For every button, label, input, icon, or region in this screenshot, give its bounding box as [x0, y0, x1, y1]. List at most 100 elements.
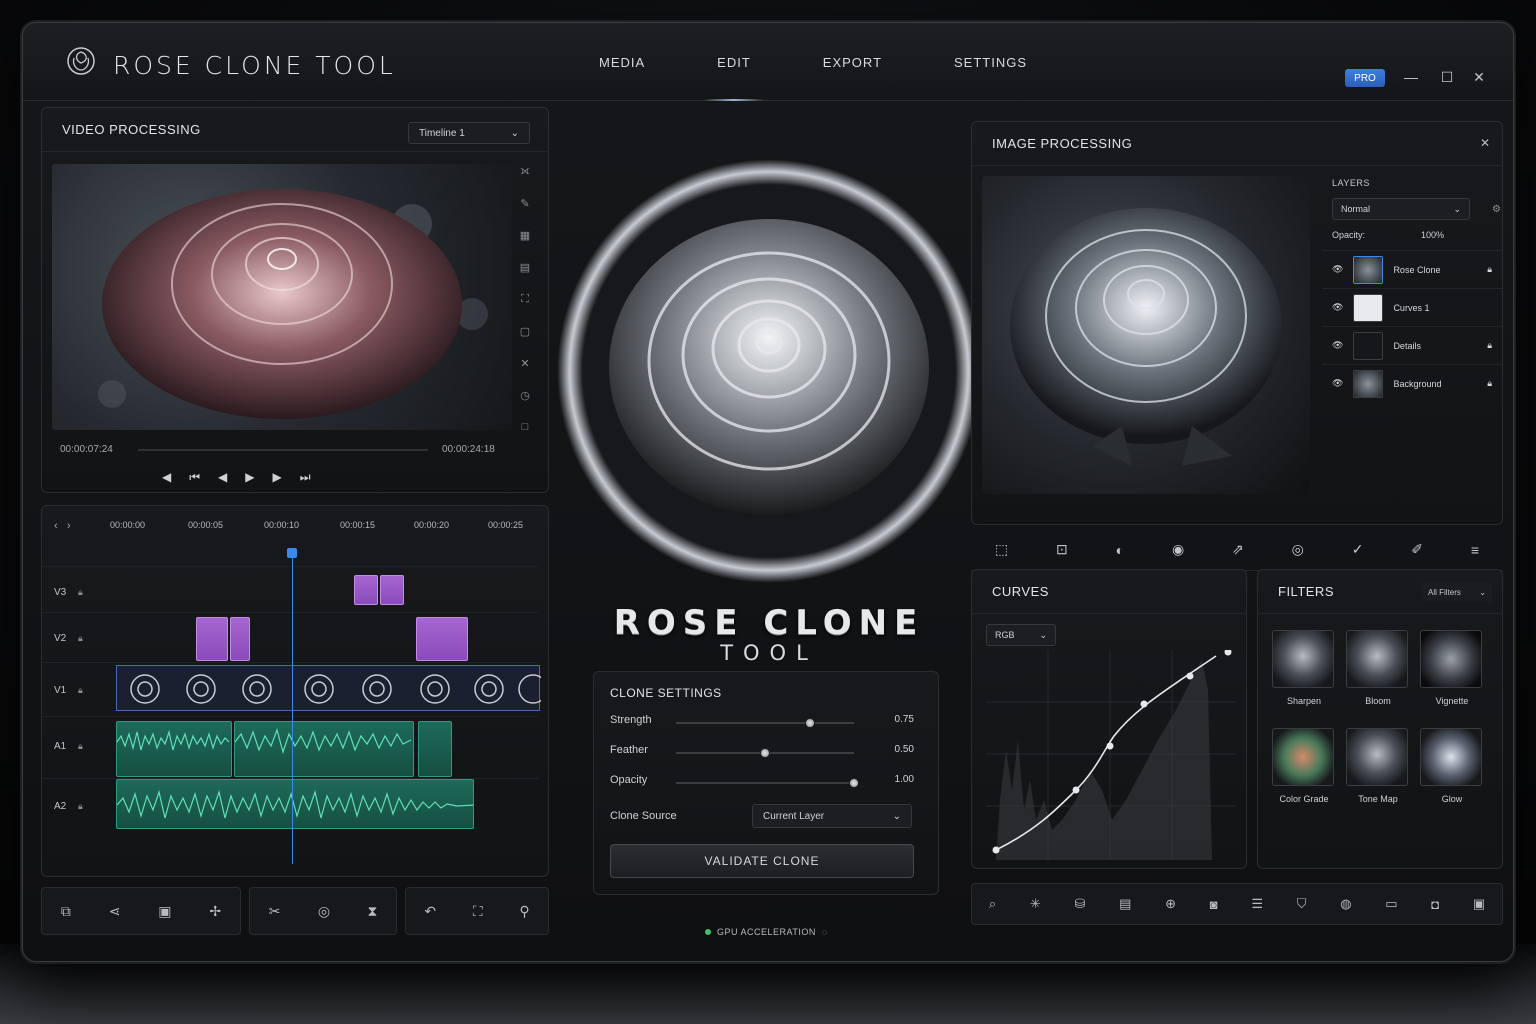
- split-icon[interactable]: ✢: [209, 903, 221, 920]
- lock-icon[interactable]: 🔒︎: [1487, 378, 1492, 389]
- selection-icon[interactable]: ⬚: [995, 541, 1008, 558]
- lock-icon[interactable]: 🔒︎: [78, 801, 83, 812]
- crop-icon[interactable]: ⛶: [516, 290, 534, 308]
- eye-icon[interactable]: 👁︎: [1332, 302, 1343, 313]
- step-forward-icon[interactable]: ▶: [273, 470, 282, 485]
- zoom-icon[interactable]: ⌕: [989, 896, 996, 912]
- nav-media[interactable]: MEDIA: [563, 23, 681, 101]
- close-panel-icon[interactable]: ✕: [1480, 136, 1490, 150]
- lock-icon[interactable]: 🔒︎: [78, 633, 83, 644]
- mask-icon[interactable]: ◙: [1210, 897, 1218, 912]
- close-button[interactable]: ✕: [1469, 67, 1489, 87]
- align-icon[interactable]: ☰: [1251, 896, 1263, 912]
- save-icon[interactable]: ▣: [1473, 896, 1485, 912]
- prev-icon[interactable]: ◀: [162, 470, 171, 485]
- lock-icon[interactable]: 🔒︎: [78, 741, 83, 752]
- audio-clip[interactable]: [116, 721, 232, 777]
- video-clip[interactable]: [196, 617, 228, 661]
- globe-icon[interactable]: ◍: [1340, 896, 1351, 912]
- filter-bloom[interactable]: Bloom: [1346, 630, 1410, 706]
- video-clip[interactable]: [380, 575, 404, 605]
- opacity-slider-handle[interactable]: [849, 778, 859, 788]
- share-icon[interactable]: ⋖: [109, 903, 121, 920]
- clock-icon[interactable]: ◷: [516, 386, 534, 404]
- frame-icon[interactable]: ▢: [516, 322, 534, 340]
- layer-row[interactable]: 👁︎ Details 🔒︎: [1322, 326, 1502, 364]
- filter-sharpen[interactable]: Sharpen: [1272, 630, 1336, 706]
- nav-settings[interactable]: SETTINGS: [918, 23, 1063, 101]
- feather-slider-handle[interactable]: [760, 748, 770, 758]
- video-clip[interactable]: [230, 617, 250, 661]
- sparkle-icon[interactable]: ✳: [1030, 896, 1041, 912]
- timeline-nav-arrows-icon[interactable]: ‹ ›: [54, 520, 71, 532]
- validate-clone-button[interactable]: VALIDATE CLONE: [610, 844, 914, 878]
- nav-edit[interactable]: EDIT: [681, 23, 787, 101]
- grid-icon[interactable]: ▦: [516, 226, 534, 244]
- filter-tone-map[interactable]: Tone Map: [1346, 728, 1410, 804]
- curves-graph[interactable]: [986, 650, 1236, 860]
- nav-export[interactable]: EXPORT: [787, 23, 918, 101]
- page-icon[interactable]: ▭: [1385, 896, 1397, 912]
- filter-color-grade[interactable]: Color Grade: [1272, 728, 1336, 804]
- skip-start-icon[interactable]: ⏮: [189, 470, 200, 485]
- lock-icon[interactable]: 🔒︎: [1487, 340, 1492, 351]
- audio-clip[interactable]: [418, 721, 452, 777]
- eyedropper-icon[interactable]: ✐: [1411, 541, 1423, 558]
- refresh-icon[interactable]: ◌: [822, 927, 828, 937]
- stamp-icon[interactable]: ⚲: [519, 903, 529, 920]
- export-icon[interactable]: ⇗: [1232, 541, 1244, 558]
- video-clip[interactable]: [416, 617, 468, 661]
- layer-row[interactable]: 👁︎ Rose Clone 🔒︎: [1322, 250, 1502, 288]
- eye-icon[interactable]: 👁︎: [1332, 340, 1343, 351]
- video-preview[interactable]: [52, 164, 512, 430]
- pen-icon[interactable]: ✎: [516, 194, 534, 212]
- add-icon[interactable]: ⊕: [1165, 896, 1176, 912]
- layer-settings-icon[interactable]: ⚙: [1492, 204, 1501, 215]
- video-clip[interactable]: [354, 575, 378, 605]
- lock-icon[interactable]: 🔒︎: [1487, 264, 1492, 275]
- skip-end-icon[interactable]: ⏭: [300, 470, 311, 485]
- focus-icon[interactable]: ⛶: [473, 903, 483, 920]
- contrast-icon[interactable]: ◐: [1116, 542, 1124, 558]
- cut-icon[interactable]: ✕: [516, 354, 534, 372]
- rose-filmstrip-clip[interactable]: [116, 665, 548, 711]
- shield-icon[interactable]: ⛉: [1297, 896, 1307, 912]
- square-icon[interactable]: □: [516, 418, 534, 436]
- filters-dropdown[interactable]: All Filters ⌄: [1422, 582, 1492, 602]
- audio-clip[interactable]: [234, 721, 414, 777]
- layer-row[interactable]: 👁︎ Curves 1: [1322, 288, 1502, 326]
- lock-icon[interactable]: 🔒︎: [78, 685, 83, 696]
- hourglass-icon[interactable]: ⧗: [367, 903, 377, 920]
- clone-source-select[interactable]: Current Layer ⌄: [752, 804, 912, 828]
- scissors-icon[interactable]: ✂: [269, 903, 281, 920]
- play-icon[interactable]: ▶: [245, 470, 254, 485]
- step-back-icon[interactable]: ◀: [218, 470, 227, 485]
- scrub-bar[interactable]: [138, 449, 428, 451]
- filter-vignette[interactable]: Vignette: [1420, 630, 1484, 706]
- copy-icon[interactable]: ⧉: [61, 903, 71, 920]
- focus-target-icon[interactable]: ⊡: [1056, 541, 1068, 558]
- timeline-select[interactable]: Timeline 1 ⌄: [408, 122, 530, 144]
- list-icon[interactable]: ▤: [1119, 896, 1131, 912]
- target-icon[interactable]: ◎: [318, 903, 330, 920]
- strength-slider[interactable]: [676, 718, 854, 728]
- menu-icon[interactable]: ≡: [1471, 542, 1479, 558]
- image-preview[interactable]: [982, 176, 1310, 494]
- blend-mode-select[interactable]: Normal ⌄: [1332, 198, 1470, 220]
- eye-icon[interactable]: 👁︎: [1332, 264, 1343, 275]
- opacity-slider[interactable]: [676, 778, 859, 788]
- layer-opacity-value[interactable]: 100%: [1421, 230, 1444, 240]
- check-icon[interactable]: ✓: [1352, 541, 1364, 558]
- lock-icon[interactable]: 🔒︎: [78, 587, 83, 598]
- stack-icon[interactable]: ⛁: [1074, 896, 1085, 912]
- strength-slider-handle[interactable]: [804, 718, 815, 728]
- playhead[interactable]: [292, 554, 293, 864]
- undo-icon[interactable]: ↶: [424, 903, 436, 920]
- eye-icon[interactable]: 👁︎: [1332, 378, 1343, 389]
- maximize-button[interactable]: ☐: [1437, 67, 1457, 87]
- feather-slider[interactable]: [676, 748, 854, 758]
- minimize-button[interactable]: —: [1401, 67, 1421, 87]
- channel-select[interactable]: RGB ⌄: [986, 624, 1056, 646]
- layer-row[interactable]: 👁︎ Background 🔒︎: [1322, 364, 1502, 402]
- layout-grid-icon[interactable]: ▣: [158, 903, 171, 920]
